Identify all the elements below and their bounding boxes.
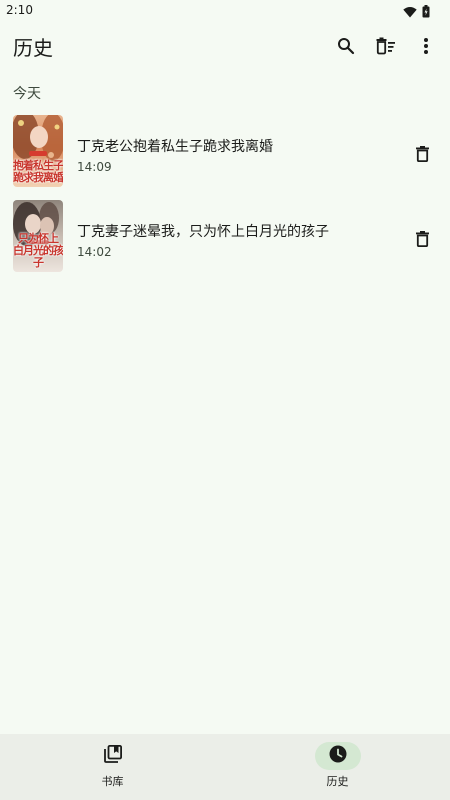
nav-label-history: 历史: [326, 775, 349, 788]
trash-icon: [415, 146, 429, 166]
page-title: 历史: [13, 36, 53, 60]
read-time: 14:09: [77, 160, 112, 174]
book-title: 丁克老公抱着私生子跪求我离婚: [77, 139, 273, 155]
search-icon: [337, 37, 355, 59]
nav-label-library: 书库: [101, 775, 124, 788]
history-clock-icon: [329, 745, 347, 767]
trash-icon: [415, 231, 429, 251]
book-cover: 抱着私生子 跪求我离婚: [13, 115, 63, 187]
history-item[interactable]: 抱着私生子 跪求我离婚 丁克老公抱着私生子跪求我离婚 14:09: [0, 114, 450, 194]
nav-item-history[interactable]: 历史: [225, 734, 450, 800]
status-bar: 2:10: [0, 0, 450, 20]
nav-item-library[interactable]: 书库: [0, 734, 225, 800]
read-time: 14:02: [77, 245, 112, 259]
library-icon: [104, 744, 123, 767]
search-button[interactable]: [328, 30, 364, 66]
cover-title-text: 抱着私生子 跪求我离婚: [13, 159, 63, 184]
book-cover: 只为怀上 白月光的孩子: [13, 200, 63, 272]
cover-title-text: 只为怀上 白月光的孩子: [13, 232, 63, 269]
delete-button[interactable]: [406, 225, 438, 257]
app-root: 2:10 历史 今天 抱着私生子 跪求我离婚 丁克老公抱着私生子跪求我离婚 14…: [0, 0, 450, 800]
history-item[interactable]: 只为怀上 白月光的孩子 丁克妻子迷晕我，只为怀上白月光的孩子 14:02: [0, 199, 450, 279]
nav-indicator: [90, 742, 136, 770]
status-time: 2:10: [6, 3, 33, 17]
clear-history-button[interactable]: [368, 30, 404, 66]
delete-sweep-icon: [376, 37, 396, 59]
nav-indicator-active: [315, 742, 361, 770]
more-vert-icon: [423, 37, 429, 59]
book-title: 丁克妻子迷晕我，只为怀上白月光的孩子: [77, 224, 329, 240]
section-header-today: 今天: [13, 86, 41, 102]
more-options-button[interactable]: [408, 30, 444, 66]
delete-button[interactable]: [406, 140, 438, 172]
bottom-navigation: 书库 历史: [0, 734, 450, 800]
top-app-bar: 历史: [0, 20, 450, 76]
